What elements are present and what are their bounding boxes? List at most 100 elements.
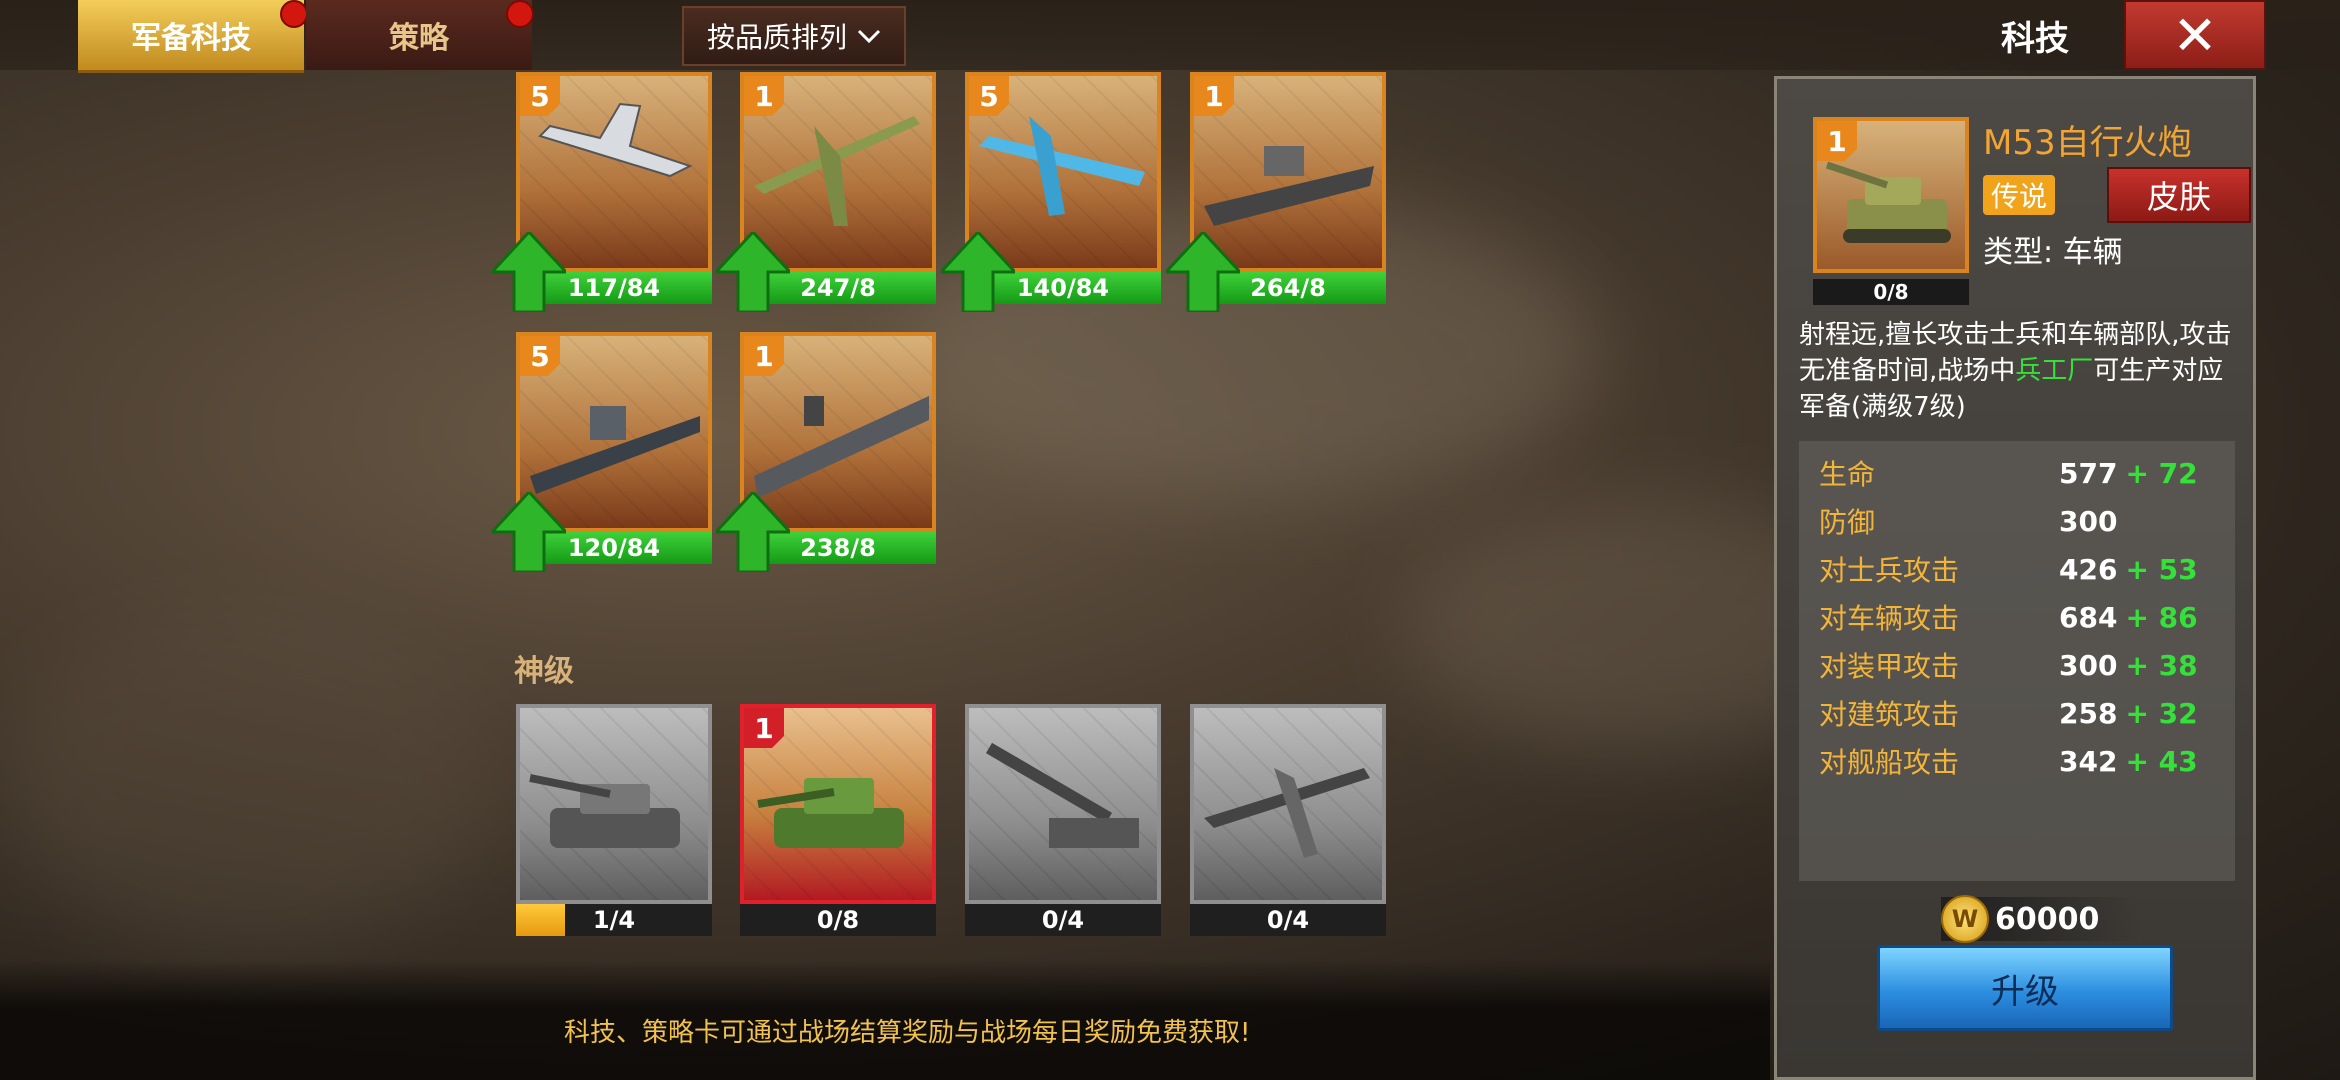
tech-card[interactable]: 1 238/8 <box>716 332 936 572</box>
tech-card[interactable]: 1/4 <box>516 704 712 936</box>
level-badge: 5 <box>520 336 560 376</box>
stat-bonus: + 72 <box>2125 456 2198 490</box>
progress-text: 120/84 <box>567 534 661 562</box>
close-button[interactable]: ✕ <box>2124 0 2266 70</box>
stat-name: 对建筑攻击 <box>1819 698 1960 731</box>
artillery-icon <box>985 742 1139 848</box>
sort-label: 按品质排列 <box>706 21 847 54</box>
stat-row: 对车辆攻击 684 + 86 <box>1819 595 2219 639</box>
card-image <box>965 704 1161 904</box>
tech-card[interactable]: 0/4 <box>1190 704 1386 936</box>
progress-text: 247/8 <box>800 274 876 302</box>
progress-text: 264/8 <box>1250 274 1326 302</box>
background-smoke <box>0 600 500 950</box>
cost-value: 60000 <box>1995 901 2100 937</box>
unit-progress: 0/8 <box>1813 279 1969 305</box>
card-image <box>516 704 712 904</box>
close-icon: ✕ <box>2172 3 2218 67</box>
footer-tip: 科技、策略卡可通过战场结算奖励与战场每日奖励免费获取! <box>564 1018 1251 1048</box>
stat-value: 300 <box>2059 648 2118 682</box>
stat-name: 对士兵攻击 <box>1819 554 1960 587</box>
notification-dot <box>506 0 534 28</box>
progress-bar: 0/4 <box>965 904 1161 936</box>
unit-name: M53自行火炮 <box>1983 123 2192 163</box>
progress-bar: 0/4 <box>1190 904 1386 936</box>
stat-bonus: + 86 <box>2125 600 2198 634</box>
upgrade-arrow-icon <box>716 492 790 572</box>
notification-dot <box>280 0 308 28</box>
stat-row: 对建筑攻击 258 + 32 <box>1819 691 2219 735</box>
stat-name: 对舰船攻击 <box>1819 746 1960 779</box>
level-badge: 1 <box>744 708 784 748</box>
fighter-icon <box>1204 768 1370 858</box>
card-image <box>1190 704 1386 904</box>
section-label-god-tier: 神级 <box>514 654 574 689</box>
progress-bar: 1/4 <box>516 904 712 936</box>
stat-value: 426 <box>2059 552 2118 586</box>
stat-name: 对装甲攻击 <box>1819 650 1960 683</box>
progress-text: 0/4 <box>1041 906 1085 934</box>
unit-description: 射程远,擅长攻击士兵和车辆部队,攻击无准备时间,战场中兵工厂可生产对应军备(满级… <box>1799 317 2239 425</box>
stat-row: 对装甲攻击 300 + 38 <box>1819 643 2219 687</box>
upgrade-arrow-icon <box>1166 232 1240 312</box>
sort-dropdown[interactable]: 按品质排列 <box>682 6 906 66</box>
stat-row: 对舰船攻击 342 + 43 <box>1819 739 2219 783</box>
level-badge: 1 <box>1817 121 1857 161</box>
progress-text: 0/4 <box>1266 906 1310 934</box>
level-badge: 1 <box>744 336 784 376</box>
rarity-badge: 传说 <box>1983 175 2055 215</box>
tank-icon <box>529 774 680 848</box>
tech-card[interactable]: 5 140/84 <box>941 72 1161 312</box>
tech-card[interactable]: 1 264/8 <box>1166 72 1386 312</box>
stat-value: 342 <box>2059 744 2118 778</box>
description-highlight: 兵工厂 <box>2015 356 2094 386</box>
progress-text: 0/8 <box>816 906 860 934</box>
progress-bar: 0/8 <box>740 904 936 936</box>
stat-value: 258 <box>2059 696 2118 730</box>
progress-text: 117/84 <box>567 274 661 302</box>
stat-bonus: + 38 <box>2125 648 2198 682</box>
upgrade-cost: W 60000 <box>1941 895 2141 943</box>
skin-label: 皮肤 <box>2146 178 2211 216</box>
progress-text: 1/4 <box>592 906 636 934</box>
chevron-down-icon <box>857 29 881 44</box>
tab-strategy[interactable]: 策略 <box>306 0 532 70</box>
stat-row: 对士兵攻击 426 + 53 <box>1819 547 2219 591</box>
stat-value: 300 <box>2059 504 2118 538</box>
stats-table: 生命 577 + 72 防御 300 对士兵攻击 426 + 53 对车辆攻击 684 + 86 对装… <box>1799 441 2235 881</box>
stat-name: 防御 <box>1819 506 1876 539</box>
tab-label: 策略 <box>389 21 449 56</box>
stat-bonus: + 32 <box>2125 696 2198 730</box>
detail-panel: 1 0/8 M53自行火炮 传说 皮肤 类型: 车辆 射程远,擅长攻击士兵和车辆… <box>1774 76 2256 1080</box>
level-badge: 1 <box>744 76 784 116</box>
unit-thumbnail: 1 <box>1813 117 1969 273</box>
upgrade-arrow-icon <box>941 232 1015 312</box>
stat-bonus: + 53 <box>2125 552 2198 586</box>
stat-value: 577 <box>2059 456 2118 490</box>
stat-row: 生命 577 + 72 <box>1819 451 2219 495</box>
skin-button[interactable]: 皮肤 <box>2107 167 2251 223</box>
upgrade-arrow-icon <box>492 232 566 312</box>
stat-bonus: + 43 <box>2125 744 2198 778</box>
top-bar: 军备科技 策略 按品质排列 科技 ✕ <box>0 0 2340 73</box>
tab-military-tech[interactable]: 军备科技 <box>78 0 304 73</box>
unit-type: 类型: 车辆 <box>1983 235 2123 270</box>
progress-text: 140/84 <box>1016 274 1110 302</box>
stat-value: 684 <box>2059 600 2118 634</box>
progress-fill <box>516 904 565 936</box>
stat-row: 防御 300 <box>1819 499 2219 543</box>
tech-card[interactable]: 0/4 <box>965 704 1161 936</box>
tech-card[interactable]: 5 120/84 <box>492 332 712 572</box>
coin-icon: W <box>1941 895 1989 943</box>
tab-label: 军备科技 <box>131 21 251 56</box>
tech-card[interactable]: 1 247/8 <box>716 72 936 312</box>
upgrade-button[interactable]: 升级 <box>1877 945 2173 1031</box>
level-badge: 5 <box>520 76 560 116</box>
upgrade-label: 升级 <box>1991 971 2059 1012</box>
tech-card[interactable]: 5 117/84 <box>492 72 712 312</box>
upgrade-arrow-icon <box>492 492 566 572</box>
progress-text: 238/8 <box>800 534 876 562</box>
level-badge: 5 <box>969 76 1009 116</box>
upgrade-arrow-icon <box>716 232 790 312</box>
tech-card[interactable]: 1 0/8 <box>740 704 936 936</box>
